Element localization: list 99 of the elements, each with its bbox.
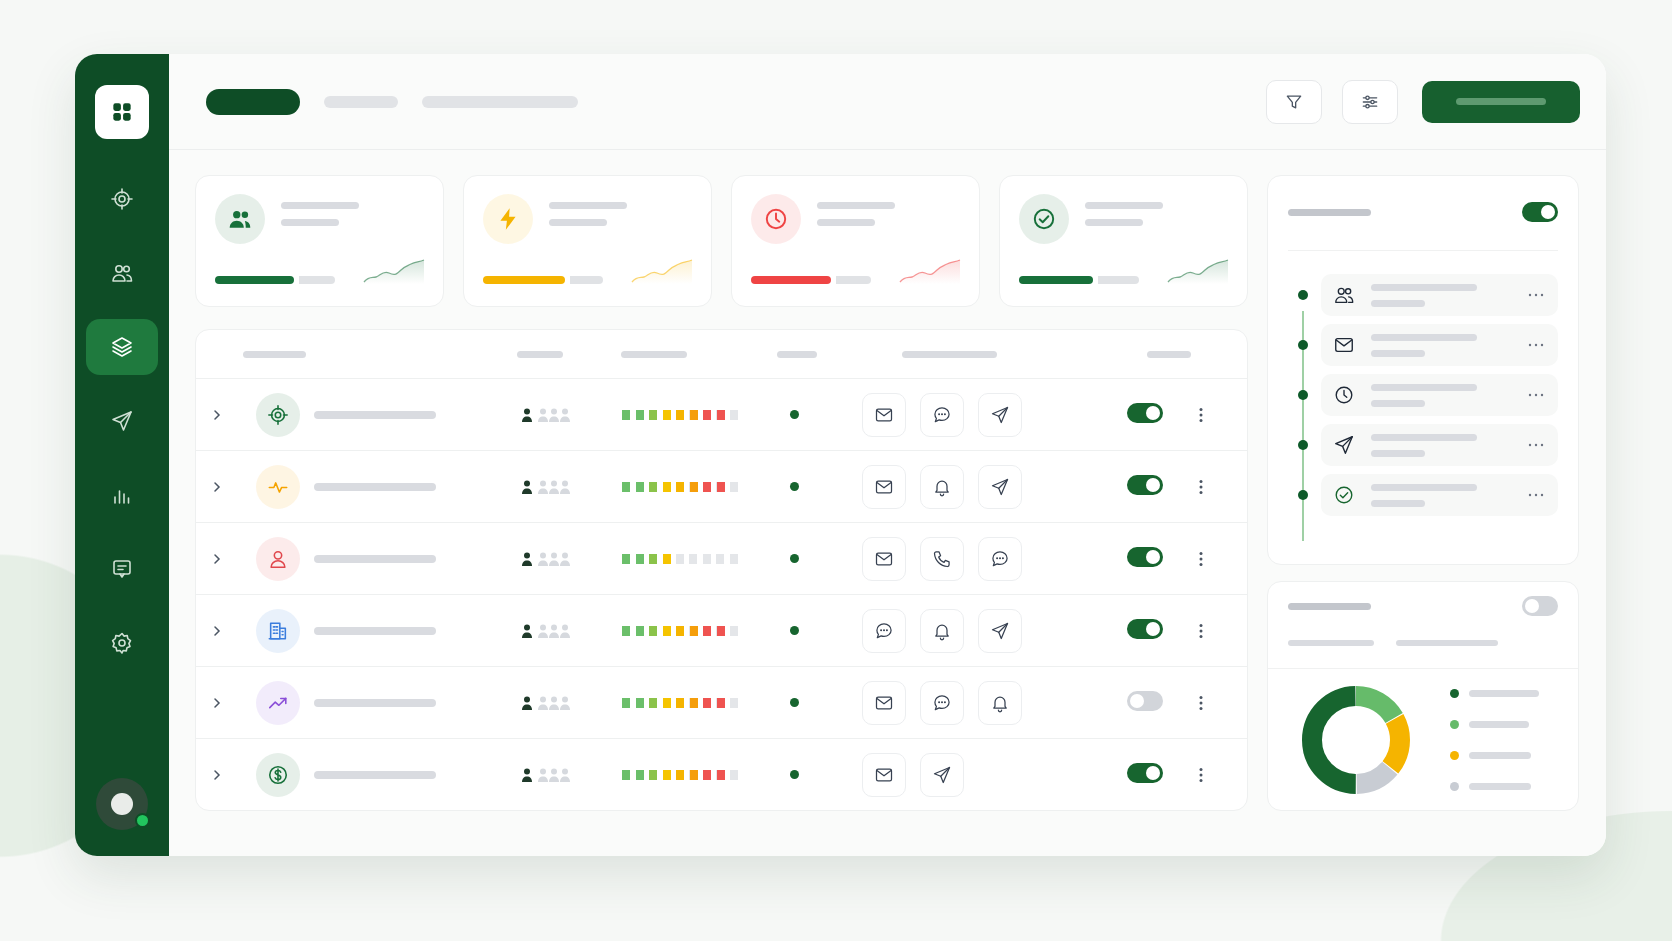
toggle-switch[interactable]	[1127, 762, 1163, 783]
text-placeholder	[243, 350, 306, 358]
more-icon[interactable]	[1199, 550, 1203, 567]
text-placeholder	[1085, 219, 1143, 226]
action-button[interactable]	[920, 464, 964, 509]
text-placeholder	[1469, 782, 1531, 790]
text-placeholder	[1371, 499, 1425, 507]
text-placeholder	[281, 219, 339, 226]
people-icon	[521, 406, 573, 423]
clock-icon	[1333, 384, 1355, 406]
toggle-switch[interactable]	[1127, 474, 1163, 495]
action-button[interactable]	[862, 752, 906, 797]
more-icon[interactable]	[1199, 694, 1203, 711]
toggle-switch[interactable]	[1127, 618, 1163, 639]
target-icon	[110, 187, 134, 211]
timeline-dot	[1298, 390, 1308, 400]
sparkline	[363, 256, 425, 284]
text-placeholder	[1371, 449, 1425, 457]
status-dot	[135, 813, 150, 828]
people-icon	[521, 550, 573, 567]
primary-button[interactable]	[1422, 80, 1580, 123]
send-icon	[990, 476, 1010, 497]
text-placeholder	[1469, 751, 1531, 759]
text-placeholder	[517, 350, 563, 358]
action-button[interactable]	[978, 680, 1022, 725]
action-button[interactable]	[862, 464, 906, 509]
chat-bubble-icon	[932, 692, 952, 713]
timeline-dot	[1298, 290, 1308, 300]
layers-icon	[110, 335, 134, 359]
people-icon	[521, 622, 573, 639]
timeline-dot	[1298, 440, 1308, 450]
text-placeholder	[1147, 350, 1191, 358]
toggle-switch[interactable]	[1127, 690, 1163, 711]
toggle-switch[interactable]	[1127, 546, 1163, 567]
people-icon	[521, 478, 573, 495]
send-icon	[990, 404, 1010, 425]
action-button[interactable]	[920, 392, 964, 437]
text-placeholder	[1371, 299, 1425, 307]
action-button[interactable]	[920, 752, 964, 797]
send-icon	[932, 764, 952, 785]
action-button[interactable]	[920, 680, 964, 725]
more-icon[interactable]	[1199, 406, 1203, 423]
more-icon[interactable]	[1528, 393, 1544, 397]
status-dot	[790, 482, 799, 491]
text-placeholder	[777, 350, 817, 358]
status-dot	[790, 698, 799, 707]
logo-tile[interactable]	[95, 85, 149, 139]
text-placeholder	[549, 219, 607, 226]
text-placeholder	[621, 350, 687, 358]
timeline-dot	[1298, 490, 1308, 500]
avatar[interactable]	[96, 778, 148, 830]
people-icon	[521, 766, 573, 783]
send-icon	[990, 620, 1010, 641]
people-icon	[521, 694, 573, 711]
more-icon[interactable]	[1528, 443, 1544, 447]
more-icon[interactable]	[1528, 493, 1544, 497]
sidebar-item[interactable]	[86, 319, 158, 375]
more-icon[interactable]	[1528, 293, 1544, 297]
status-dot	[790, 626, 799, 635]
more-icon[interactable]	[1528, 343, 1544, 347]
action-button[interactable]	[978, 536, 1022, 581]
toggle-switch[interactable]	[1522, 596, 1558, 616]
phone-icon	[932, 548, 952, 569]
status-dot	[790, 554, 799, 563]
action-button[interactable]	[978, 392, 1022, 437]
chat-bubble-icon	[990, 548, 1010, 569]
status-dot	[790, 770, 799, 779]
toggle-switch[interactable]	[1127, 402, 1163, 423]
settings-button[interactable]	[1342, 79, 1398, 124]
toggle-switch[interactable]	[1522, 202, 1558, 222]
more-icon[interactable]	[1199, 766, 1203, 783]
more-icon[interactable]	[1199, 478, 1203, 495]
text-placeholder	[1469, 720, 1529, 728]
text-placeholder	[1371, 349, 1425, 357]
settings-icon	[110, 631, 134, 655]
action-button[interactable]	[978, 608, 1022, 653]
chat-bubble-icon	[874, 620, 894, 641]
action-button[interactable]	[920, 536, 964, 581]
text-placeholder	[1469, 689, 1539, 697]
text-placeholder	[817, 219, 875, 226]
chat-bubble-icon	[932, 404, 952, 425]
more-icon[interactable]	[1199, 622, 1203, 639]
timeline-dot	[1298, 340, 1308, 350]
action-button[interactable]	[920, 608, 964, 653]
action-button[interactable]	[862, 608, 906, 653]
sparkline	[631, 256, 693, 284]
send-icon	[1333, 434, 1355, 456]
send-icon	[110, 409, 134, 433]
sparkline	[1167, 256, 1229, 284]
sparkline	[899, 256, 961, 284]
message-icon	[110, 557, 134, 581]
text-placeholder	[1371, 399, 1425, 407]
action-button[interactable]	[978, 464, 1022, 509]
action-button[interactable]	[862, 680, 906, 725]
action-button[interactable]	[862, 536, 906, 581]
action-button[interactable]	[862, 392, 906, 437]
check-circle-icon	[1333, 484, 1355, 506]
tab[interactable]	[206, 88, 300, 115]
status-dot	[790, 410, 799, 419]
